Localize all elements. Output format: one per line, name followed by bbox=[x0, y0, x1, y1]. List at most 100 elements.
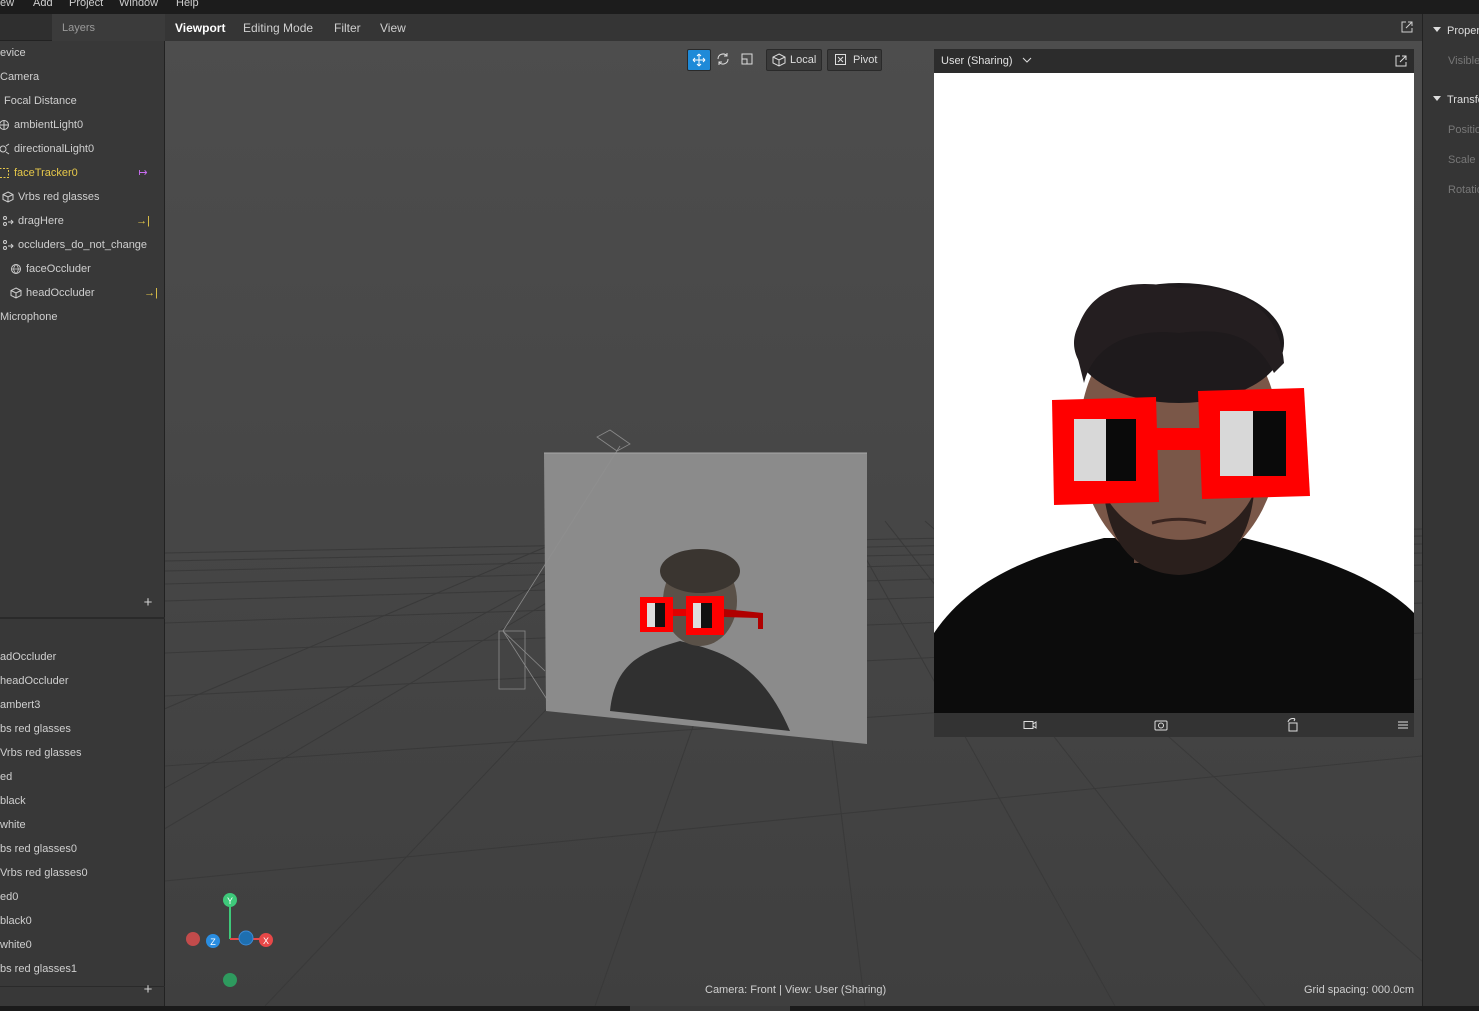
menu-item-project[interactable]: Project bbox=[69, 0, 103, 9]
tree-item-label: dragHere bbox=[18, 215, 64, 227]
local-space-button[interactable]: Local bbox=[766, 49, 822, 71]
chevron-down-icon bbox=[1433, 96, 1441, 101]
asset-item[interactable]: white0 bbox=[0, 935, 32, 955]
link-patch-icon[interactable]: ↦ bbox=[136, 163, 150, 183]
move-icon bbox=[692, 53, 706, 67]
video-camera-icon[interactable] bbox=[1023, 718, 1037, 732]
add-asset-button[interactable]: + bbox=[141, 982, 155, 997]
null-object-icon bbox=[2, 239, 14, 251]
asset-item[interactable]: ambert3 bbox=[0, 695, 40, 715]
patch-arrow-icon[interactable]: →| bbox=[136, 211, 150, 231]
asset-item[interactable]: Vrbs red glasses0 bbox=[0, 863, 88, 883]
add-scene-object-button[interactable]: + bbox=[141, 595, 155, 610]
menu-item-add[interactable]: Add bbox=[33, 0, 53, 9]
tree-item-label: Focal Distance bbox=[4, 95, 77, 107]
scale-icon bbox=[741, 53, 753, 65]
bottom-scrollbar-thumb[interactable] bbox=[630, 1006, 790, 1011]
preview-header: User (Sharing) bbox=[934, 49, 1414, 73]
tab-viewport[interactable]: Viewport bbox=[175, 21, 225, 35]
menu-icon[interactable] bbox=[1396, 718, 1410, 732]
external-window-icon[interactable] bbox=[1400, 20, 1414, 34]
tree-item-label: Camera bbox=[0, 71, 40, 83]
switch-camera-icon[interactable] bbox=[1154, 718, 1168, 732]
tree-item-device[interactable]: evice bbox=[0, 43, 26, 63]
z-axis-label: Z bbox=[210, 937, 216, 947]
visible-label: Visible bbox=[1448, 55, 1479, 67]
null-object-icon bbox=[2, 215, 14, 227]
tree-item-label: occluders_do_not_change bbox=[18, 239, 148, 251]
tree-item-face-occluder[interactable]: faceOccluder bbox=[10, 259, 91, 279]
asset-item[interactable]: bs red glasses1 bbox=[0, 959, 77, 979]
tree-item-face-tracker[interactable]: faceTracker0 ↦ bbox=[0, 163, 158, 183]
rotate-tool-button[interactable] bbox=[712, 49, 736, 71]
tab-view[interactable]: View bbox=[380, 21, 406, 35]
cube-icon bbox=[772, 53, 786, 67]
viewport-tab-bar: Viewport Editing Mode Filter View bbox=[165, 14, 1422, 41]
tree-item-camera[interactable]: Camera bbox=[0, 67, 39, 87]
menu-item-help[interactable]: Help bbox=[176, 0, 199, 9]
chevron-down-icon bbox=[1022, 57, 1031, 63]
inspector-panel: Proper Visible Transfo Positio Scale Rot… bbox=[1422, 14, 1479, 1006]
pivot-label: Pivot bbox=[853, 54, 878, 66]
simulator-preview: User (Sharing) bbox=[934, 49, 1414, 737]
asset-item[interactable]: bs red glasses bbox=[0, 719, 71, 739]
scale-tool-button[interactable] bbox=[736, 49, 760, 71]
preview-camera-feed[interactable] bbox=[934, 73, 1414, 713]
tree-item-label: headOccluder bbox=[26, 287, 95, 299]
tree-item-occluders[interactable]: occluders_do_not_change bbox=[2, 235, 147, 255]
tree-item-drag-here[interactable]: dragHere →| bbox=[2, 211, 158, 231]
left-panel-tabs: Layers bbox=[0, 14, 165, 41]
rotate-icon bbox=[717, 53, 729, 65]
asset-item[interactable]: ed bbox=[0, 767, 12, 787]
tree-item-focal-distance[interactable]: Focal Distance bbox=[4, 91, 77, 111]
transform-section-header[interactable]: Transfo bbox=[1433, 94, 1479, 106]
rotate-device-icon[interactable] bbox=[1286, 717, 1300, 732]
asset-item[interactable]: ed0 bbox=[0, 887, 18, 907]
asset-item[interactable]: black bbox=[0, 791, 26, 811]
menu-item-window[interactable]: Window bbox=[119, 0, 158, 9]
tree-item-directional-light[interactable]: directionalLight0 bbox=[0, 139, 94, 159]
patch-arrow-icon[interactable]: →| bbox=[144, 283, 158, 303]
tree-item-head-occluder[interactable]: headOccluder →| bbox=[10, 283, 158, 303]
pivot-icon bbox=[835, 54, 846, 65]
tree-item-vrbs-red-glasses[interactable]: Vrbs red glasses bbox=[2, 187, 100, 207]
ambient-light-icon bbox=[0, 119, 10, 131]
external-window-icon[interactable] bbox=[1394, 54, 1408, 71]
tab-filter[interactable]: Filter bbox=[334, 21, 361, 35]
asset-item[interactable]: black0 bbox=[0, 911, 32, 931]
tab-editing-mode[interactable]: Editing Mode bbox=[243, 21, 313, 35]
tree-item-microphone[interactable]: Microphone bbox=[0, 307, 57, 327]
tree-item-label: directionalLight0 bbox=[14, 143, 95, 155]
asset-item[interactable]: Vrbs red glasses bbox=[0, 743, 82, 763]
transform-label: Transfo bbox=[1447, 94, 1479, 106]
tab-layers-label: Layers bbox=[62, 22, 96, 34]
cube-icon bbox=[2, 191, 14, 203]
rotation-label: Rotatio bbox=[1448, 184, 1479, 196]
cube-icon bbox=[10, 287, 22, 299]
move-tool-button[interactable] bbox=[687, 49, 711, 71]
properties-section-header[interactable]: Proper bbox=[1433, 25, 1479, 37]
viewport-status: Camera: Front | View: User (Sharing) bbox=[705, 984, 887, 996]
properties-label: Proper bbox=[1447, 25, 1479, 37]
pivot-button[interactable]: Pivot bbox=[827, 49, 882, 71]
asset-item[interactable]: headOccluder bbox=[0, 671, 69, 691]
directional-light-icon bbox=[0, 143, 10, 155]
scale-label: Scale bbox=[1448, 154, 1476, 166]
menu-bar: ew Add Project Window Help bbox=[0, 0, 1479, 14]
tree-item-ambient-light[interactable]: ambientLight0 bbox=[0, 115, 83, 135]
asset-item[interactable]: adOccluder bbox=[0, 647, 56, 667]
viewport[interactable]: Viewport Editing Mode Filter View Y Z X … bbox=[165, 14, 1422, 1006]
tree-item-label: faceOccluder bbox=[26, 263, 91, 275]
preview-toolbar bbox=[934, 713, 1414, 737]
asset-item[interactable]: bs red glasses0 bbox=[0, 839, 77, 859]
preview-device-select[interactable]: User (Sharing) bbox=[941, 55, 1032, 67]
menu-item-view[interactable]: ew bbox=[0, 0, 14, 9]
asset-item[interactable]: white bbox=[0, 815, 26, 835]
tree-item-label: evice bbox=[0, 47, 26, 59]
face-tracker-icon bbox=[0, 167, 10, 179]
y-axis-label: Y bbox=[227, 896, 233, 906]
tree-item-label: Microphone bbox=[0, 311, 58, 323]
tab-layers[interactable]: Layers bbox=[52, 14, 165, 41]
panel-divider[interactable] bbox=[0, 617, 165, 619]
tree-item-label: faceTracker0 bbox=[14, 167, 78, 179]
